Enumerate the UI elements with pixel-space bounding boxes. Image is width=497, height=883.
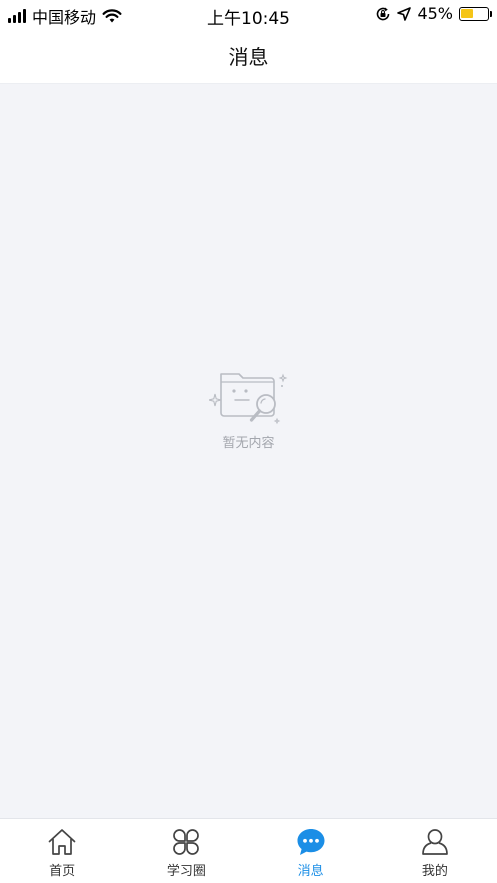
empty-state: 暂无内容	[0, 364, 497, 451]
tab-messages-label: 消息	[297, 864, 324, 879]
battery-percent: 45%	[417, 4, 453, 23]
orientation-lock-icon	[377, 7, 390, 20]
page-title: 消息	[228, 45, 269, 69]
tab-study-circle-label: 学习圈	[166, 864, 206, 879]
status-bar: 中国移动 上午10:45 45%	[0, 0, 497, 29]
chat-bubble-icon	[297, 829, 325, 855]
battery-icon	[459, 6, 492, 21]
empty-folder-search-icon	[208, 373, 287, 425]
clover-icon	[173, 829, 200, 855]
tab-home[interactable]: 首页	[0, 819, 124, 883]
battery-level	[461, 8, 473, 18]
location-arrow-icon	[397, 6, 412, 21]
tab-home-label: 首页	[49, 864, 76, 879]
messages-screen: 中国移动 上午10:45 45% 消息 暂无内容 首页 学习圈 消息 我的	[0, 0, 497, 883]
empty-state-text: 暂无内容	[222, 436, 275, 451]
user-icon	[422, 829, 448, 855]
message-list-area: 暂无内容	[0, 84, 497, 818]
tab-messages[interactable]: 消息	[249, 819, 373, 883]
status-right: 45%	[375, 4, 492, 23]
tab-mine-label: 我的	[421, 864, 448, 879]
tab-study-circle[interactable]: 学习圈	[124, 819, 248, 883]
tab-mine[interactable]: 我的	[373, 819, 497, 883]
tab-bar: 首页 学习圈 消息 我的	[0, 818, 497, 883]
nav-bar: 消息	[0, 28, 497, 84]
home-icon	[48, 829, 76, 855]
